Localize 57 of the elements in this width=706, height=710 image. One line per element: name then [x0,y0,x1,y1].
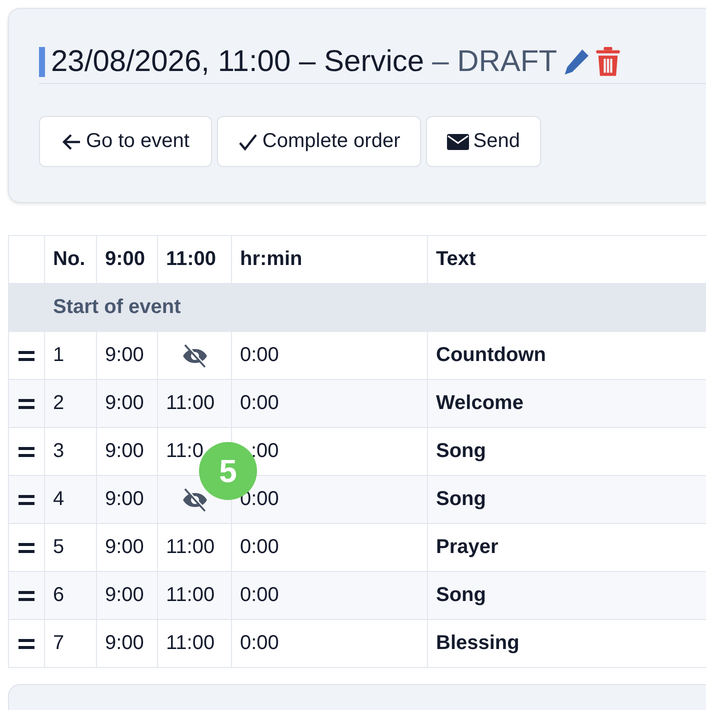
envelope-icon [447,132,470,150]
table-cell: 0:00 [240,584,279,606]
action-button[interactable]: Go to event [39,116,212,167]
column-header: hr:min [240,248,302,270]
group-label: Start of event [53,296,181,318]
table-cell: 11:00 [166,584,215,606]
table-cell: 2 [53,392,64,414]
drag-handle-icon[interactable] [18,495,35,505]
table-cell: :00 [251,440,279,462]
eye-slash-icon[interactable] [180,344,208,368]
action-button[interactable]: Complete order [217,116,422,167]
eye-slash-icon[interactable] [180,488,208,512]
table-cell: 0:00 [240,344,279,366]
drag-handle-icon[interactable] [18,351,35,361]
drag-handle-icon[interactable] [18,591,35,601]
event-title: 23/08/2026, 11:00 – Service [51,45,424,79]
status-label: – DRAFT [432,45,558,79]
table-cell: 11:00 [166,632,215,654]
table-cell: 11:00 [166,536,215,558]
table-cell: 0:00 [240,536,279,558]
table-cell: 9:00 [105,440,144,462]
column-header: Text [436,248,476,270]
table-cell: 9:00 [105,536,144,558]
table-cell: 6 [53,584,64,606]
table-cell: Song [436,440,486,462]
table-cell: 5 [53,536,64,558]
table-cell: 0:00 [240,392,279,414]
column-header: 11:00 [166,248,216,270]
arrow-left-icon [62,132,82,152]
drag-handle-icon[interactable] [18,639,35,649]
table-cell: Blessing [436,632,520,654]
table-cell: Song [436,488,486,510]
table-cell: 9:00 [105,632,144,654]
title-accent-bar [39,47,45,77]
drag-handle-icon[interactable] [18,399,35,409]
column-header: No. [53,248,86,270]
table-cell: 4 [53,488,64,510]
table-cell: Welcome [436,392,524,414]
table-cell: Song [436,584,486,606]
table-cell: 11:00 [166,392,215,414]
check-icon [238,132,258,152]
table-cell: 0:00 [240,632,279,654]
table-cell: Prayer [436,536,498,558]
trash-icon[interactable] [595,47,622,77]
action-button[interactable]: Send [426,116,541,167]
drag-handle-icon[interactable] [18,447,35,457]
table-cell: 9:00 [105,344,144,366]
table-cell: 1 [53,344,64,366]
drag-handle-icon[interactable] [18,543,35,553]
table-cell: 11:0 [166,440,204,462]
table-cell: 7 [53,632,64,654]
table-cell: Countdown [436,344,546,366]
column-header: 9:00 [105,248,146,270]
table-cell: 3 [53,440,64,462]
table-cell: 9:00 [105,392,144,414]
table-cell: 9:00 [105,488,144,510]
table-cell: 9:00 [105,584,144,606]
